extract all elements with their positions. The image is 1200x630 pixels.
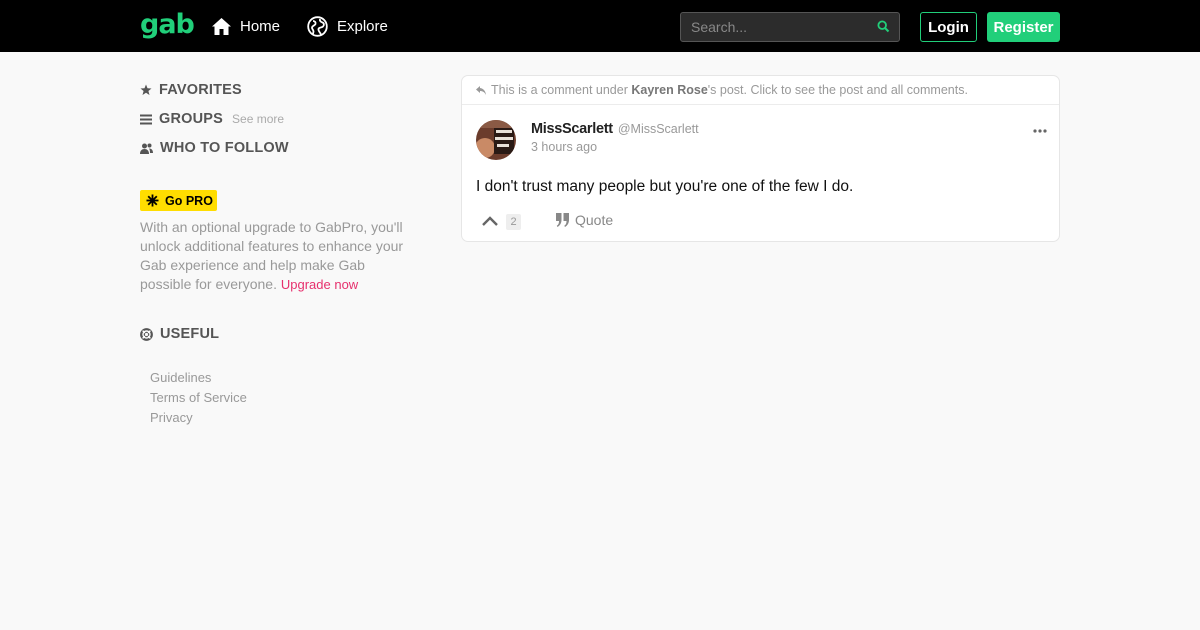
- post-card: This is a comment under Kayren Rose's po…: [461, 75, 1060, 242]
- nav-home[interactable]: Home: [212, 0, 280, 52]
- login-button[interactable]: Login: [920, 12, 977, 42]
- nav-home-label: Home: [240, 17, 281, 35]
- go-pro-label: Go PRO: [165, 193, 213, 208]
- search-input[interactable]: [681, 13, 871, 41]
- footer-links: Guidelines Terms of Service Privacy: [150, 368, 247, 428]
- sidebar-who-to-follow-label: WHO TO FOLLOW: [160, 140, 289, 156]
- quote-button[interactable]: Quote: [556, 212, 613, 228]
- nav-explore[interactable]: Explore: [307, 0, 388, 52]
- sidebar-favorites[interactable]: FAVORITES: [140, 82, 242, 98]
- privacy-link[interactable]: Privacy: [150, 408, 247, 428]
- search-icon[interactable]: [877, 20, 890, 33]
- upgrade-now-link[interactable]: Upgrade now: [281, 277, 358, 292]
- lifebuoy-icon: [140, 327, 153, 341]
- post-timestamp[interactable]: 3 hours ago: [531, 140, 597, 154]
- avatar[interactable]: [476, 120, 516, 160]
- groups-see-more-link[interactable]: See more: [232, 112, 284, 126]
- post-body: I don't trust many people but you're one…: [476, 178, 854, 195]
- terms-of-service-link[interactable]: Terms of Service: [150, 388, 247, 408]
- sidebar-groups[interactable]: GROUPS See more: [140, 111, 284, 127]
- sidebar-useful-label: USEFUL: [160, 326, 220, 342]
- sidebar-groups-label: GROUPS: [159, 111, 224, 127]
- reply-icon: [476, 85, 486, 95]
- asterisk-icon: [146, 194, 159, 207]
- more-options-icon[interactable]: [1032, 123, 1048, 139]
- quote-label: Quote: [575, 212, 614, 228]
- list-icon: [140, 114, 152, 124]
- register-button[interactable]: Register: [987, 12, 1060, 42]
- star-icon: [140, 84, 152, 95]
- home-icon: [212, 17, 231, 35]
- guidelines-link[interactable]: Guidelines: [150, 368, 247, 388]
- gab-logo[interactable]: gab: [140, 9, 195, 40]
- sidebar-useful: USEFUL: [140, 326, 219, 342]
- comment-note-prefix: This is a comment under: [491, 83, 628, 97]
- post-author: MissScarlett @MissScarlett: [531, 121, 699, 137]
- upvote-count: 2: [506, 214, 521, 230]
- comment-note-user[interactable]: Kayren Rose: [631, 83, 707, 97]
- sidebar-who-to-follow[interactable]: WHO TO FOLLOW: [140, 140, 289, 156]
- globe-icon: [307, 15, 328, 37]
- quote-icon: [556, 213, 569, 227]
- pro-description-text: With an optional upgrade to GabPro, you'…: [140, 219, 404, 292]
- comment-context-note[interactable]: This is a comment under Kayren Rose's po…: [462, 76, 1059, 105]
- go-pro-badge[interactable]: Go PRO: [140, 190, 217, 211]
- search-box: [680, 12, 900, 42]
- author-name[interactable]: MissScarlett: [531, 121, 613, 137]
- pro-description: With an optional upgrade to GabPro, you'…: [140, 218, 410, 294]
- users-icon: [140, 143, 153, 154]
- sidebar-favorites-label: FAVORITES: [159, 82, 242, 98]
- nav-explore-label: Explore: [337, 17, 388, 35]
- comment-note-suffix: 's post. Click to see the post and all c…: [707, 83, 968, 97]
- top-navbar: gab Home Explore Login Register: [0, 0, 1200, 52]
- upvote-icon[interactable]: [481, 213, 499, 229]
- author-handle: @MissScarlett: [617, 122, 699, 136]
